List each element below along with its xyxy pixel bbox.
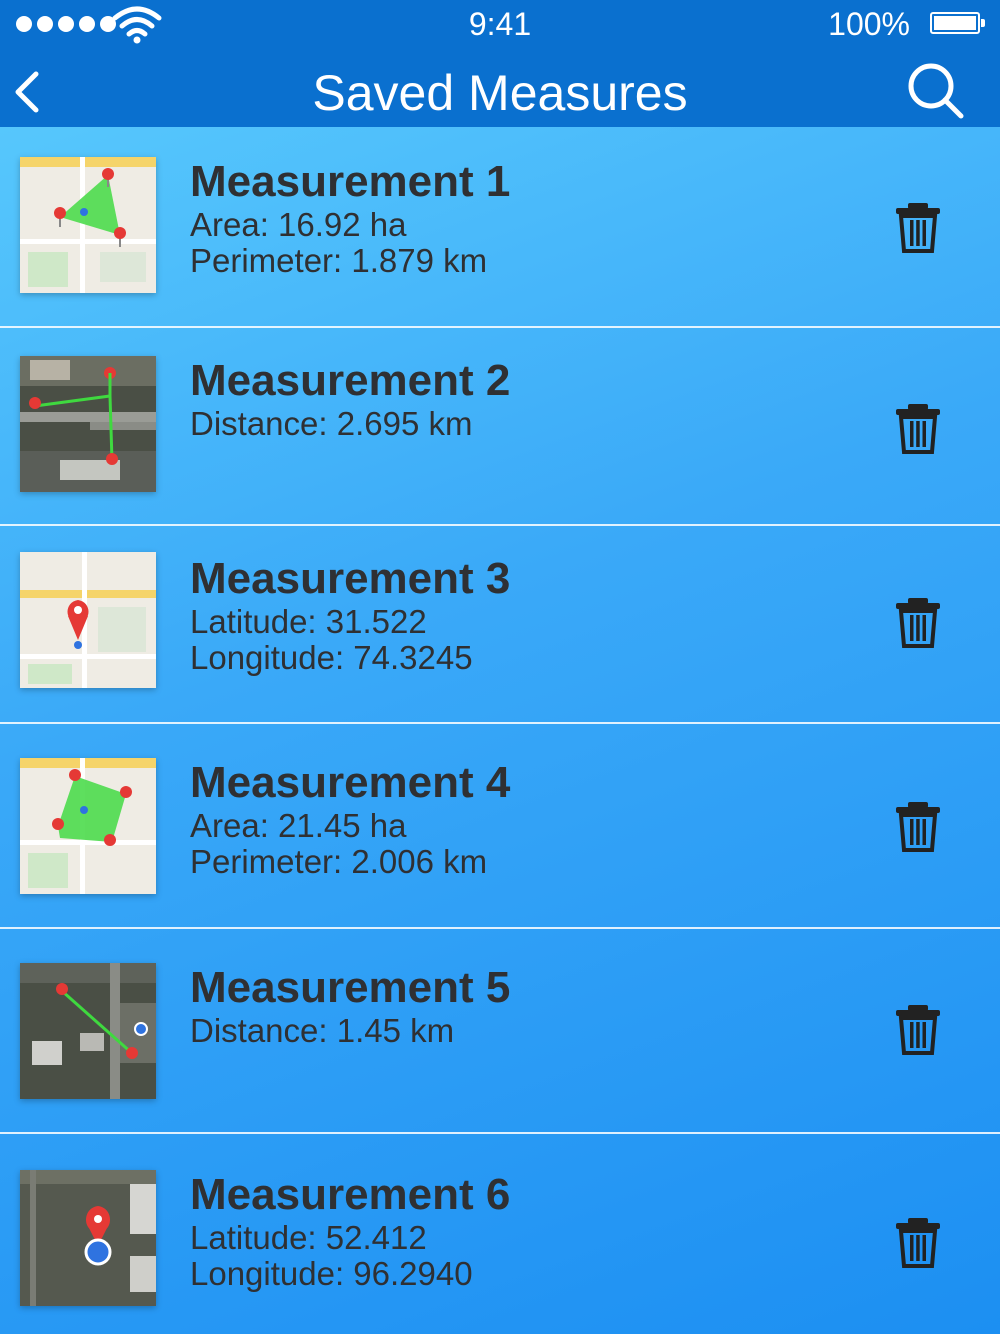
trash-icon[interactable] — [896, 201, 940, 253]
item-text: Measurement 6 Latitude: 52.412 Longitude… — [190, 1170, 510, 1292]
item-title: Measurement 4 — [190, 758, 511, 807]
item-detail-1: Latitude: 31.522 — [190, 603, 427, 640]
list-item[interactable]: Measurement 5 Distance: 1.45 km — [0, 929, 1000, 1134]
top-bar: 9:41 100% Saved Measures — [0, 0, 1000, 127]
item-text: Measurement 4 Area: 21.45 ha Perimeter: … — [190, 758, 510, 880]
item-detail-2: Perimeter: 1.879 km — [190, 242, 488, 279]
item-title: Measurement 5 — [190, 963, 511, 1012]
item-title: Measurement 2 — [190, 356, 511, 405]
item-detail-1: Area: 21.45 ha — [190, 807, 407, 844]
trash-icon[interactable] — [896, 596, 940, 648]
list-item[interactable]: Measurement 6 Latitude: 52.412 Longitude… — [0, 1134, 1000, 1334]
map-thumbnail — [20, 963, 156, 1099]
item-detail-1: Area: 16.92 ha — [190, 206, 407, 243]
trash-icon[interactable] — [896, 1216, 940, 1268]
item-title: Measurement 3 — [190, 554, 511, 603]
battery-percent: 100% — [828, 6, 910, 42]
item-detail-2: Perimeter: 2.006 km — [190, 843, 488, 880]
item-detail-2: Longitude: 74.3245 — [190, 639, 473, 676]
item-title: Measurement 6 — [190, 1170, 511, 1219]
item-detail-1: Distance: 1.45 km — [190, 1012, 455, 1049]
status-bar: 9:41 100% — [0, 0, 1000, 50]
map-thumbnail — [20, 1170, 156, 1306]
search-icon[interactable] — [905, 60, 967, 122]
item-text: Measurement 5 Distance: 1.45 km — [190, 963, 510, 1049]
map-thumbnail — [20, 758, 156, 894]
trash-icon[interactable] — [896, 1003, 940, 1055]
list-item[interactable]: Measurement 2 Distance: 2.695 km — [0, 328, 1000, 526]
measures-list: Measurement 1 Area: 16.92 ha Perimeter: … — [0, 127, 1000, 1334]
list-item[interactable]: Measurement 4 Area: 21.45 ha Perimeter: … — [0, 724, 1000, 929]
trash-icon[interactable] — [896, 402, 940, 454]
item-detail-2: Longitude: 96.2940 — [190, 1255, 473, 1292]
item-text: Measurement 1 Area: 16.92 ha Perimeter: … — [190, 157, 510, 279]
map-thumbnail — [20, 356, 156, 492]
trash-icon[interactable] — [896, 800, 940, 852]
list-item[interactable]: Measurement 3 Latitude: 31.522 Longitude… — [0, 526, 1000, 724]
page-title: Saved Measures — [312, 65, 688, 121]
map-thumbnail — [20, 552, 156, 688]
battery-icon — [930, 12, 985, 34]
item-detail-1: Latitude: 52.412 — [190, 1219, 427, 1256]
item-detail-1: Distance: 2.695 km — [190, 405, 473, 442]
item-text: Measurement 3 Latitude: 31.522 Longitude… — [190, 554, 510, 676]
item-text: Measurement 2 Distance: 2.695 km — [190, 356, 510, 442]
nav-bar: Saved Measures — [0, 50, 1000, 127]
list-item[interactable]: Measurement 1 Area: 16.92 ha Perimeter: … — [0, 127, 1000, 328]
item-title: Measurement 1 — [190, 157, 511, 206]
map-thumbnail — [20, 157, 156, 293]
